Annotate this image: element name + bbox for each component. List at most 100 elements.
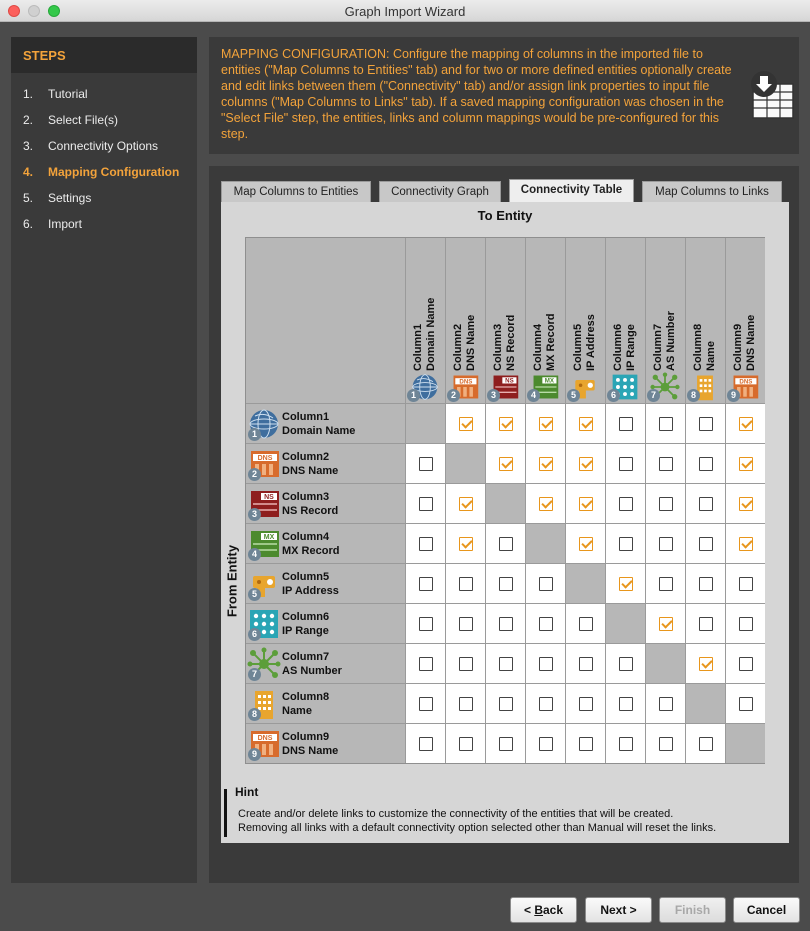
link-checkbox[interactable]: [579, 737, 593, 751]
link-checkbox[interactable]: [659, 737, 673, 751]
link-checkbox[interactable]: [539, 617, 553, 631]
link-checkbox[interactable]: [459, 537, 473, 551]
link-checkbox[interactable]: [579, 497, 593, 511]
main-panel: Map Columns to Entities Connectivity Gra…: [209, 166, 799, 883]
step-1[interactable]: 1. Tutorial: [11, 81, 197, 107]
link-checkbox[interactable]: [579, 657, 593, 671]
link-checkbox[interactable]: [419, 697, 433, 711]
link-checkbox[interactable]: [419, 457, 433, 471]
link-checkbox[interactable]: [619, 657, 633, 671]
link-checkbox[interactable]: [459, 577, 473, 591]
link-checkbox[interactable]: [459, 697, 473, 711]
link-checkbox[interactable]: [739, 657, 753, 671]
link-checkbox[interactable]: [539, 737, 553, 751]
link-checkbox[interactable]: [659, 577, 673, 591]
step-2[interactable]: 2. Select File(s): [11, 107, 197, 133]
dns-icon: DNS 9: [247, 727, 281, 761]
link-checkbox[interactable]: [419, 657, 433, 671]
link-checkbox[interactable]: [499, 617, 513, 631]
link-checkbox[interactable]: [739, 617, 753, 631]
link-checkbox[interactable]: [699, 417, 713, 431]
link-checkbox[interactable]: [499, 657, 513, 671]
link-checkbox[interactable]: [499, 577, 513, 591]
link-checkbox[interactable]: [459, 657, 473, 671]
column-header: Column7 AS Number 7: [645, 238, 685, 403]
link-checkbox[interactable]: [499, 737, 513, 751]
link-checkbox[interactable]: [619, 497, 633, 511]
link-checkbox[interactable]: [499, 457, 513, 471]
link-checkbox[interactable]: [579, 617, 593, 631]
link-checkbox[interactable]: [459, 737, 473, 751]
link-checkbox[interactable]: [619, 697, 633, 711]
link-checkbox[interactable]: [659, 497, 673, 511]
link-checkbox[interactable]: [739, 417, 753, 431]
link-checkbox[interactable]: [659, 537, 673, 551]
link-checkbox[interactable]: [539, 697, 553, 711]
link-checkbox[interactable]: [459, 497, 473, 511]
link-checkbox[interactable]: [619, 537, 633, 551]
link-checkbox[interactable]: [579, 697, 593, 711]
tab-map-columns-to-entities[interactable]: Map Columns to Entities: [221, 181, 371, 202]
link-checkbox[interactable]: [459, 417, 473, 431]
tab-connectivity-table[interactable]: Connectivity Table: [509, 179, 634, 202]
link-checkbox[interactable]: [619, 457, 633, 471]
link-checkbox[interactable]: [699, 617, 713, 631]
step-3[interactable]: 3. Connectivity Options: [11, 133, 197, 159]
link-checkbox[interactable]: [539, 457, 553, 471]
link-checkbox[interactable]: [419, 617, 433, 631]
link-checkbox[interactable]: [539, 657, 553, 671]
link-checkbox[interactable]: [619, 417, 633, 431]
next-button[interactable]: Next >: [585, 897, 652, 923]
entity-number-badge: 9: [727, 389, 740, 402]
matrix-cell: [645, 443, 685, 483]
column-header-name: Column7: [652, 323, 664, 371]
link-checkbox[interactable]: [699, 737, 713, 751]
row-header: DNS 9 Column9 DNS Name: [246, 723, 405, 763]
link-checkbox[interactable]: [499, 417, 513, 431]
link-checkbox[interactable]: [619, 737, 633, 751]
link-checkbox[interactable]: [579, 457, 593, 471]
link-checkbox[interactable]: [739, 457, 753, 471]
link-checkbox[interactable]: [619, 577, 633, 591]
link-checkbox[interactable]: [699, 537, 713, 551]
link-checkbox[interactable]: [499, 697, 513, 711]
link-checkbox[interactable]: [739, 537, 753, 551]
matrix-cell: [685, 403, 725, 443]
link-checkbox[interactable]: [699, 497, 713, 511]
cancel-button[interactable]: Cancel: [733, 897, 800, 923]
link-checkbox[interactable]: [579, 537, 593, 551]
link-checkbox[interactable]: [539, 497, 553, 511]
back-button[interactable]: < Back: [510, 897, 577, 923]
link-checkbox[interactable]: [419, 737, 433, 751]
link-checkbox[interactable]: [659, 457, 673, 471]
link-checkbox[interactable]: [539, 577, 553, 591]
link-checkbox[interactable]: [699, 457, 713, 471]
matrix-cell: [645, 723, 685, 763]
step-6[interactable]: 6. Import: [11, 211, 197, 237]
link-checkbox[interactable]: [699, 657, 713, 671]
matrix-cell: [445, 723, 485, 763]
link-checkbox[interactable]: [659, 617, 673, 631]
finish-button[interactable]: Finish: [659, 897, 726, 923]
step-4[interactable]: 4. Mapping Configuration: [11, 159, 197, 185]
tab-connectivity-graph[interactable]: Connectivity Graph: [379, 181, 501, 202]
link-checkbox[interactable]: [419, 577, 433, 591]
row-header-name: Column2: [282, 451, 330, 463]
link-checkbox[interactable]: [739, 697, 753, 711]
link-checkbox[interactable]: [579, 417, 593, 431]
step-label: Mapping Configuration: [48, 165, 180, 179]
link-checkbox[interactable]: [659, 697, 673, 711]
link-checkbox[interactable]: [739, 577, 753, 591]
step-5[interactable]: 5. Settings: [11, 185, 197, 211]
link-checkbox[interactable]: [739, 497, 753, 511]
link-checkbox[interactable]: [499, 537, 513, 551]
link-checkbox[interactable]: [699, 577, 713, 591]
link-checkbox[interactable]: [419, 537, 433, 551]
tab-map-columns-to-links[interactable]: Map Columns to Links: [642, 181, 782, 202]
link-checkbox[interactable]: [459, 617, 473, 631]
matrix-cell: [645, 403, 685, 443]
as-number-icon: 7: [647, 372, 683, 402]
link-checkbox[interactable]: [419, 497, 433, 511]
link-checkbox[interactable]: [539, 417, 553, 431]
link-checkbox[interactable]: [659, 417, 673, 431]
